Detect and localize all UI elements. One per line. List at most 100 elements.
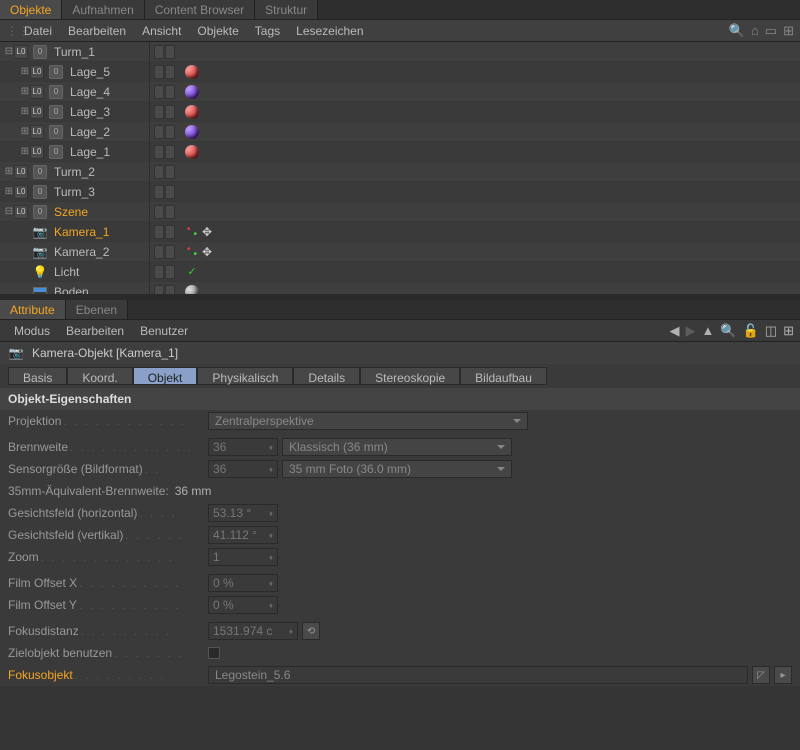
tab-layers[interactable]: Ebenen <box>66 300 128 319</box>
visibility-toggles[interactable] <box>154 265 175 279</box>
render-tag-icon[interactable] <box>185 245 199 259</box>
layer-badge[interactable]: L0 <box>14 165 28 179</box>
nav-up-icon[interactable]: ▲ <box>702 323 715 338</box>
projection-dropdown[interactable]: Zentralperspektive <box>208 412 528 430</box>
expand-toggle[interactable]: ⊟ <box>4 206 14 217</box>
pick-focus-icon[interactable]: ⟲ <box>302 622 320 640</box>
expand-attr-icon[interactable]: ⊞ <box>783 323 794 339</box>
use-target-checkbox[interactable] <box>208 647 220 659</box>
fov-v-input[interactable]: 41.112 °♦ <box>208 526 278 544</box>
ptab-coord[interactable]: Koord. <box>67 367 132 385</box>
search-attr-icon[interactable]: 🔍 <box>720 323 736 339</box>
material-tag-icon[interactable] <box>185 65 199 79</box>
ptab-basis[interactable]: Basis <box>8 367 67 385</box>
object-name[interactable]: Lage_4 <box>70 85 110 99</box>
ptab-stereo[interactable]: Stereoskopie <box>360 367 460 385</box>
search-icon[interactable]: 🔍 <box>729 23 745 39</box>
ptab-composition[interactable]: Bildaufbau <box>460 367 547 385</box>
visibility-toggles[interactable] <box>154 185 175 199</box>
lock-icon[interactable]: 🔓 <box>743 323 759 339</box>
sensor-preset-dropdown[interactable]: 35 mm Foto (36.0 mm) <box>282 460 512 478</box>
object-name[interactable]: Turm_2 <box>54 165 95 179</box>
material-tag-icon[interactable] <box>185 145 199 159</box>
layer-badge[interactable]: L0 <box>30 105 44 119</box>
zoom-input[interactable]: 1♦ <box>208 548 278 566</box>
object-name[interactable]: Turm_3 <box>54 185 95 199</box>
focus-object-field[interactable]: Legostein_5.6 <box>208 666 748 684</box>
ptab-object[interactable]: Objekt <box>133 367 198 385</box>
menu-file[interactable]: Datei <box>16 24 60 38</box>
expand-toggle[interactable]: ⊞ <box>20 146 30 157</box>
pick-object-icon[interactable]: ◸ <box>752 666 770 684</box>
tree-row[interactable]: Boden <box>0 282 800 294</box>
menu-view[interactable]: Ansicht <box>134 24 189 38</box>
tree-row[interactable]: 📷Kamera_1✥ <box>0 222 800 242</box>
menu-tags[interactable]: Tags <box>247 24 288 38</box>
tree-row[interactable]: ⊞L0 Turm_2 <box>0 162 800 182</box>
offset-y-input[interactable]: 0 %♦ <box>208 596 278 614</box>
tab-structure[interactable]: Struktur <box>255 0 318 19</box>
expand-toggle[interactable]: ⊞ <box>4 186 14 197</box>
home-icon[interactable]: ⌂ <box>751 23 759 39</box>
expand-toggle[interactable]: ⊞ <box>4 166 14 177</box>
focal-input[interactable]: 36♦ <box>208 438 278 456</box>
menu-user[interactable]: Benutzer <box>132 324 196 338</box>
new-window-icon[interactable]: ◫ <box>765 323 777 339</box>
nav-fwd-icon[interactable]: ▶ <box>686 323 696 339</box>
tab-objects[interactable]: Objekte <box>0 0 62 19</box>
menu-edit-attr[interactable]: Bearbeiten <box>58 324 132 338</box>
tree-row[interactable]: 📷Kamera_2✥ <box>0 242 800 262</box>
target-tag-icon[interactable]: ✥ <box>202 245 212 259</box>
fov-h-input[interactable]: 53.13 °♦ <box>208 504 278 522</box>
tab-attributes[interactable]: Attribute <box>0 300 66 319</box>
minimize-icon[interactable]: ▭ <box>765 23 777 39</box>
ptab-details[interactable]: Details <box>293 367 360 385</box>
visibility-toggles[interactable] <box>154 245 175 259</box>
object-name[interactable]: Kamera_1 <box>54 225 109 239</box>
expand-toggle[interactable]: ⊞ <box>20 66 30 77</box>
expand-icon[interactable]: ⊞ <box>783 23 794 39</box>
render-tag-icon[interactable] <box>185 225 199 239</box>
sensor-input[interactable]: 36♦ <box>208 460 278 478</box>
target-tag-icon[interactable]: ✥ <box>202 225 212 239</box>
layer-badge[interactable]: L0 <box>14 205 28 219</box>
tree-row[interactable]: ⊟L0Turm_1 <box>0 42 800 62</box>
object-tree[interactable]: ⊟L0Turm_1⊞L0Lage_5⊞L0Lage_4⊞L0Lage_3⊞L0L… <box>0 42 800 294</box>
tree-row[interactable]: 💡Licht✓ <box>0 262 800 282</box>
object-name[interactable]: Lage_2 <box>70 125 110 139</box>
focus-dist-input[interactable]: 1531.974 c♦ <box>208 622 298 640</box>
tree-row[interactable]: ⊞L0 Lage_2 <box>0 122 800 142</box>
expand-toggle[interactable]: ⊞ <box>20 126 30 137</box>
expand-toggle[interactable]: ⊞ <box>20 106 30 117</box>
expand-toggle[interactable]: ⊟ <box>4 46 14 57</box>
visibility-toggles[interactable] <box>154 225 175 239</box>
object-name[interactable]: Lage_3 <box>70 105 110 119</box>
visibility-toggles[interactable] <box>154 45 175 59</box>
tree-row[interactable]: ⊞L0 Lage_3 <box>0 102 800 122</box>
object-name[interactable]: Szene <box>54 205 88 219</box>
expand-toggle[interactable]: ⊞ <box>20 86 30 97</box>
tab-takes[interactable]: Aufnahmen <box>62 0 144 19</box>
menu-mode[interactable]: Modus <box>6 324 58 338</box>
visibility-toggles[interactable] <box>154 165 175 179</box>
layer-badge[interactable]: L0 <box>14 45 28 59</box>
visibility-toggles[interactable] <box>154 105 175 119</box>
focal-preset-dropdown[interactable]: Klassisch (36 mm) <box>282 438 512 456</box>
object-name[interactable]: Boden <box>54 285 89 295</box>
visibility-toggles[interactable] <box>154 285 175 295</box>
tab-content-browser[interactable]: Content Browser <box>145 0 255 19</box>
ptab-physical[interactable]: Physikalisch <box>197 367 293 385</box>
layer-badge[interactable]: L0 <box>14 185 28 199</box>
tree-row[interactable]: ⊞L0Lage_1 <box>0 142 800 162</box>
layer-badge[interactable]: L0 <box>30 85 44 99</box>
layer-badge[interactable]: L0 <box>30 125 44 139</box>
material-tag-icon[interactable] <box>185 105 199 119</box>
layer-badge[interactable]: L0 <box>30 145 44 159</box>
tree-row[interactable]: ⊞L0 Lage_4 <box>0 82 800 102</box>
object-name[interactable]: Licht <box>54 265 79 279</box>
show-object-icon[interactable]: ▸ <box>774 666 792 684</box>
tree-row[interactable]: ⊟L0 Szene <box>0 202 800 222</box>
visibility-toggles[interactable] <box>154 85 175 99</box>
material-tag-icon[interactable] <box>185 125 199 139</box>
object-name[interactable]: Kamera_2 <box>54 245 109 259</box>
